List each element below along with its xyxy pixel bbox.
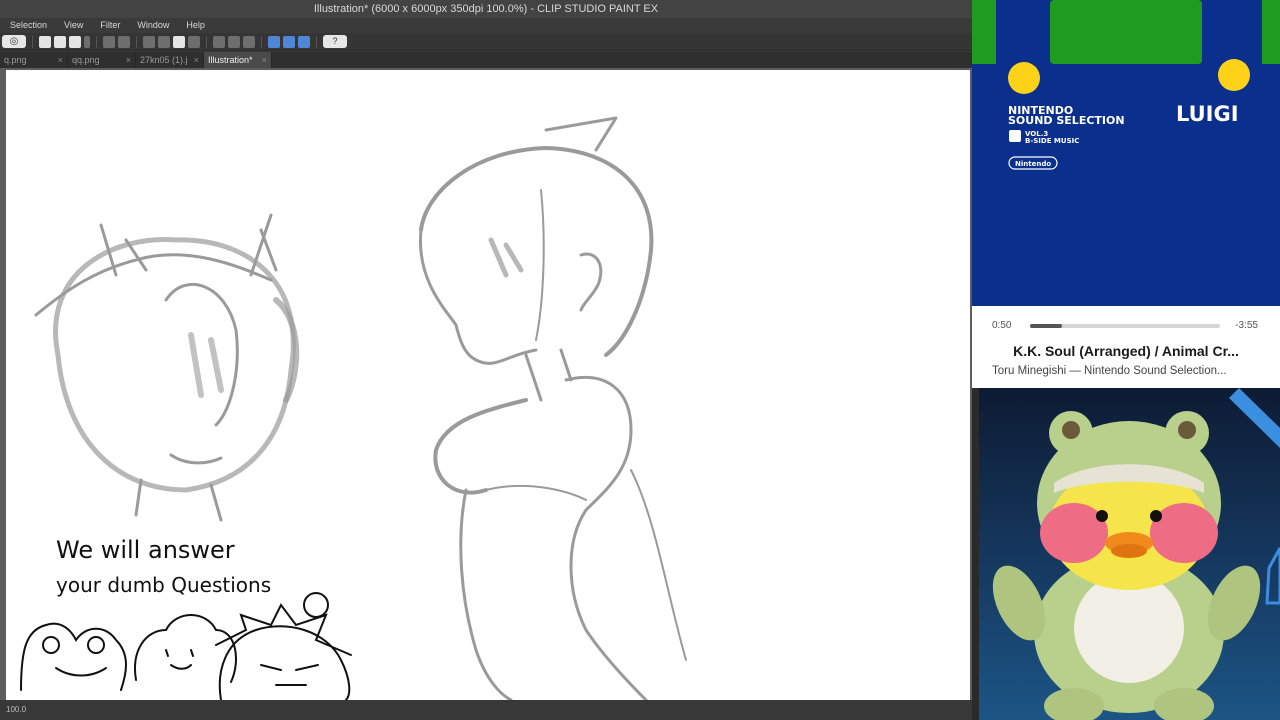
frog-eye (42, 636, 60, 654)
tab-close-icon[interactable]: × (194, 52, 199, 68)
sketch-stroke (544, 116, 618, 152)
album-brand-line2: SOUND SELECTION (1008, 114, 1125, 127)
redo-icon[interactable] (118, 35, 130, 48)
tab-label: qq.png (72, 55, 100, 65)
clip-studio-window: Illustration* (6000 x 6000px 350dpi 100.… (0, 0, 972, 720)
zoom-level[interactable]: 100.0 (6, 705, 26, 714)
album-vol-sub: B-SIDE MUSIC (1025, 137, 1079, 145)
progress-fill (1030, 324, 1063, 328)
frog-doodle (20, 622, 127, 691)
command-bar: ◎ ? (0, 33, 972, 51)
track-artist-album: Toru Minegishi — Nintendo Sound Selectio… (992, 365, 1227, 377)
menu-bar: Selection View Filter Window Help (0, 18, 972, 33)
spiky-doodle (218, 625, 351, 700)
crop-icon[interactable] (188, 35, 200, 48)
tab-label: 27kn05 (1).j (140, 55, 188, 65)
tab-qq-png[interactable]: qq.png × (68, 52, 136, 68)
toolbar-separator (316, 35, 317, 48)
tab-label: q.png (4, 55, 27, 65)
special-ruler-snap-icon[interactable] (283, 35, 295, 48)
sketch-stroke (433, 398, 528, 495)
status-bar: 100.0 (0, 700, 972, 720)
undo-icon[interactable] (103, 35, 115, 48)
spiral-ornament (303, 592, 329, 618)
spiky-hair (215, 603, 352, 656)
album-art: NINTENDO SOUND SELECTION VOL.3 B-SIDE MU… (972, 0, 1280, 306)
new-file-icon[interactable] (39, 35, 51, 48)
tab-close-icon[interactable]: × (262, 52, 267, 68)
sketch-stroke (169, 453, 223, 465)
toolbar-separator (261, 35, 262, 48)
sketch-stroke (564, 375, 648, 700)
clip-studio-icon[interactable]: ◎ (2, 35, 26, 48)
selection-off-icon[interactable] (213, 35, 225, 48)
open-file-icon[interactable] (54, 35, 66, 48)
frog-mouth (55, 667, 107, 677)
playback-progress: 0:50 -3:55 (972, 314, 1280, 336)
spiky-face (260, 664, 319, 686)
menu-window[interactable]: Window (135, 18, 171, 33)
frog-eye (87, 636, 105, 654)
drawing-canvas[interactable]: We will answer your dumb Questions (6, 70, 970, 700)
overall-button-left (1008, 62, 1040, 94)
webcam-view (979, 388, 1280, 720)
tab-label: Illustration* (208, 55, 253, 65)
track-title: K.K. Soul (Arranged) / Animal Cr... (1013, 343, 1239, 359)
overall-button-right (1218, 59, 1250, 91)
sketch-stroke (535, 189, 545, 341)
sketch-stroke (273, 297, 300, 403)
sketch-drawing: We will answer your dumb Questions (20, 116, 687, 700)
ruler-snap-icon[interactable] (268, 35, 280, 48)
menu-help[interactable]: Help (184, 18, 207, 33)
help-icon[interactable]: ? (323, 35, 347, 48)
tab-close-icon[interactable]: × (126, 52, 131, 68)
album-cover-graphic: NINTENDO SOUND SELECTION VOL.3 B-SIDE MU… (972, 0, 1280, 306)
sketch-stroke (188, 332, 224, 398)
canvas-caption-line1: We will answer (56, 536, 235, 564)
remaining-time: -3:55 (1235, 320, 1258, 331)
save-icon[interactable] (69, 35, 81, 48)
menu-filter[interactable]: Filter (98, 18, 122, 33)
canvas-caption-line2: your dumb Questions (56, 573, 271, 597)
sketch-stroke (630, 469, 687, 661)
document-tabs: q.png × qq.png × 27kn05 (1).j × Illustra… (0, 52, 972, 68)
sketch-stroke (164, 282, 239, 427)
sketch-stroke (459, 488, 513, 700)
menu-view[interactable]: View (62, 18, 85, 33)
grid-snap-icon[interactable] (298, 35, 310, 48)
tab-close-icon[interactable]: × (58, 52, 63, 68)
tab-q-png[interactable]: q.png × (0, 52, 68, 68)
menu-selection[interactable]: Selection (8, 18, 49, 33)
toolbar-separator (96, 35, 97, 48)
music-note-icon (1009, 130, 1021, 142)
canvas-area: We will answer your dumb Questions (0, 68, 972, 700)
toolbar-separator (32, 35, 33, 48)
music-player: NINTENDO SOUND SELECTION VOL.3 B-SIDE MU… (972, 0, 1280, 388)
album-publisher: Nintendo (1015, 160, 1051, 168)
selection-show-icon[interactable] (243, 35, 255, 48)
fill-icon[interactable] (173, 35, 185, 48)
sketch-stroke (418, 228, 538, 365)
sketch-stroke (99, 223, 148, 277)
elapsed-time: 0:50 (992, 320, 1012, 331)
sketch-stroke (524, 348, 573, 402)
transform-icon[interactable] (158, 35, 170, 48)
save-dropdown-icon[interactable] (84, 35, 90, 48)
window-title: Illustration* (6000 x 6000px 350dpi 100.… (0, 0, 972, 18)
cloud-face (165, 649, 194, 670)
tab-illustration[interactable]: Illustration* × (204, 52, 272, 68)
sketch-stroke (579, 252, 603, 312)
progress-track[interactable] (1030, 324, 1220, 328)
toolbar-separator (136, 35, 137, 48)
sketch-stroke (488, 237, 524, 278)
selection-invert-icon[interactable] (228, 35, 240, 48)
clear-icon[interactable] (143, 35, 155, 48)
toolbar-separator (206, 35, 207, 48)
sketch-stroke (485, 484, 587, 501)
album-character: LUIGI (1176, 102, 1239, 126)
plush-duck-frog-image (992, 388, 1280, 720)
tab-27kn05[interactable]: 27kn05 (1).j × (136, 52, 204, 68)
